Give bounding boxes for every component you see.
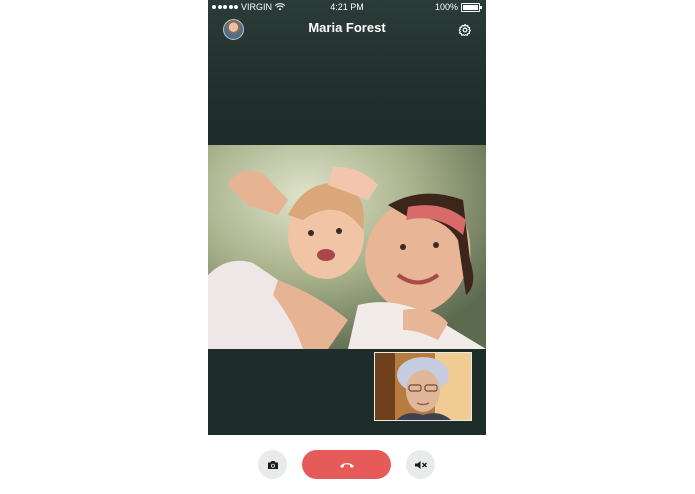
remote-video-image: [208, 145, 486, 349]
battery-icon: [461, 2, 482, 12]
camera-button[interactable]: [258, 450, 287, 479]
video-call-screen: VIRGIN 4:21 PM 100% Maria Forest: [208, 0, 486, 435]
battery-percent: 100%: [434, 2, 458, 12]
camera-icon: [267, 460, 278, 469]
call-header: VIRGIN 4:21 PM 100% Maria Forest: [208, 0, 486, 145]
contact-name: Maria Forest: [308, 20, 386, 35]
call-controls: [0, 435, 695, 494]
speaker-mute-icon: [414, 460, 427, 469]
status-right: 100%: [434, 0, 482, 14]
self-view-image: [375, 353, 471, 420]
mute-button[interactable]: [406, 450, 435, 479]
gear-icon[interactable]: [458, 23, 472, 37]
remote-video: [208, 145, 486, 349]
status-bar: VIRGIN 4:21 PM 100%: [208, 0, 486, 14]
end-call-button[interactable]: [302, 450, 391, 479]
phone-hangup-icon: [339, 462, 354, 468]
self-view-video[interactable]: [374, 352, 472, 421]
